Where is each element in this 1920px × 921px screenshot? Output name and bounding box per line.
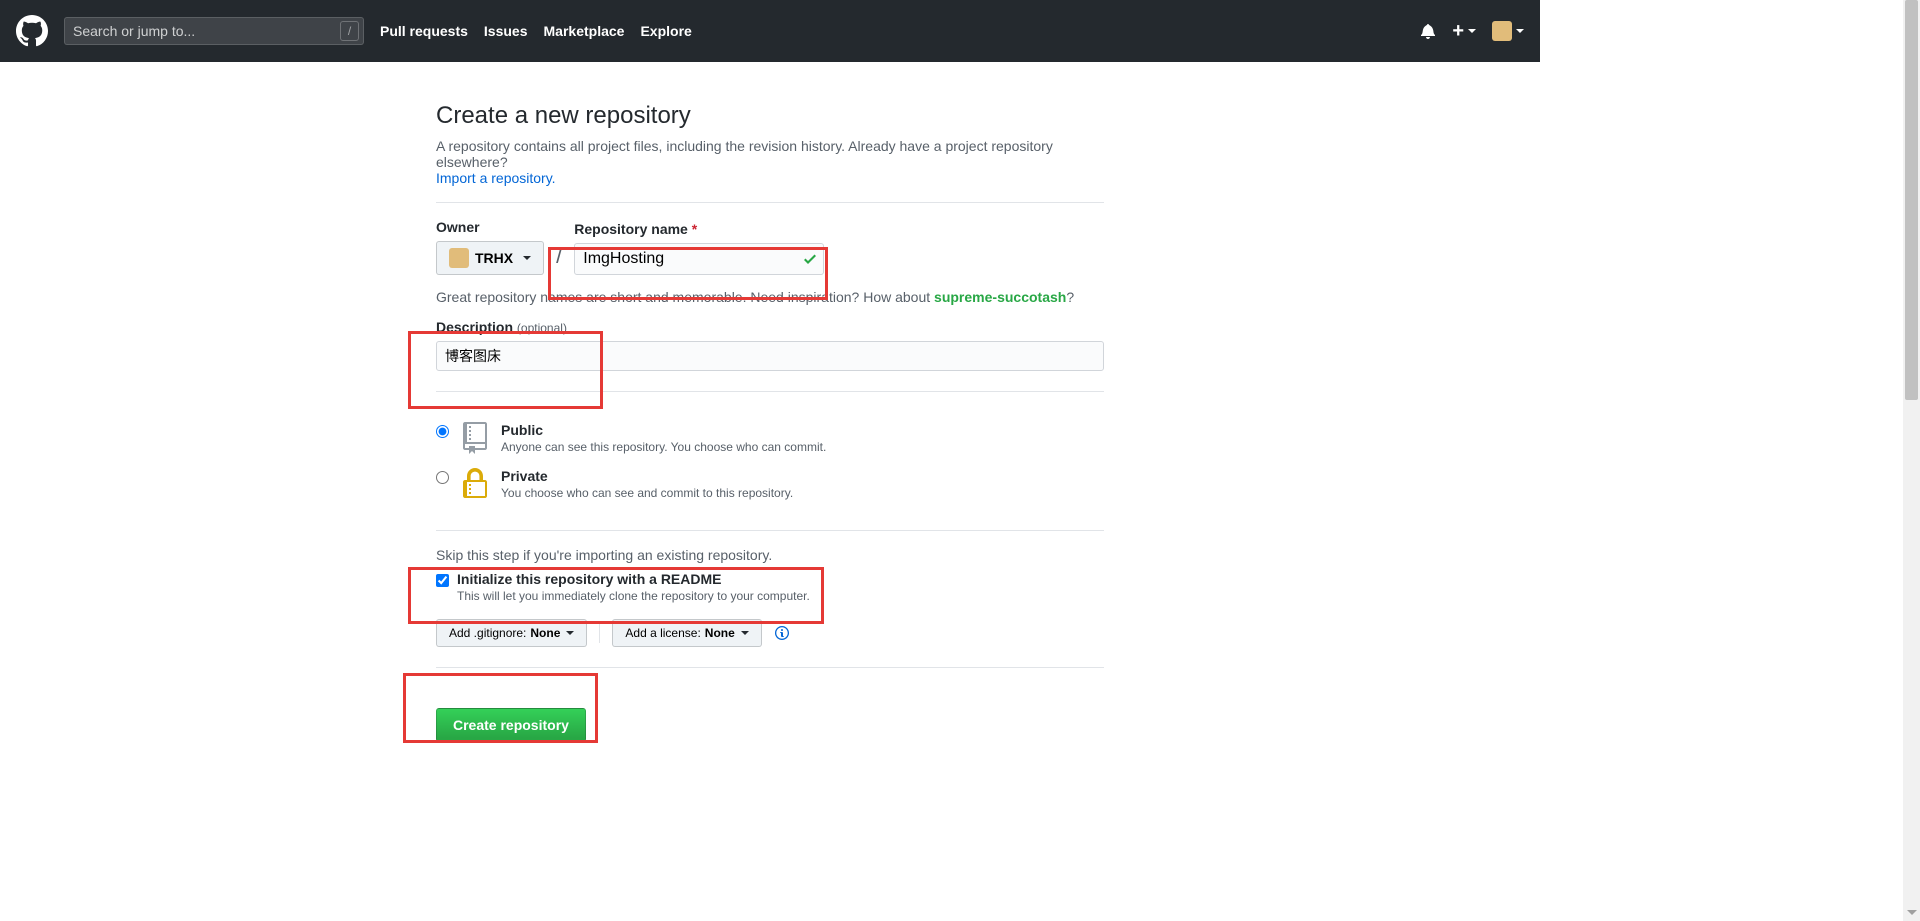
visibility-private-title: Private [501,468,793,484]
owner-label: Owner [436,219,544,235]
main-content: Create a new repository A repository con… [420,102,1120,742]
nav-marketplace[interactable]: Marketplace [544,23,625,39]
gitignore-select[interactable]: Add .gitignore:None [436,619,587,647]
visibility-public-desc: Anyone can see this repository. You choo… [501,440,826,454]
readme-row: Initialize this repository with a README… [436,571,1104,603]
search-input[interactable] [65,23,340,39]
readme-title: Initialize this repository with a README [457,571,810,587]
naming-tip: Great repository names are short and mem… [436,289,1104,305]
owner-select[interactable]: TRHX [436,241,544,275]
options-row: Add .gitignore:None Add a license:None [436,619,1104,647]
nav-explore[interactable]: Explore [640,23,691,39]
repo-public-icon [459,422,491,454]
visibility-public-radio[interactable] [436,425,449,438]
scrollbar-thumb[interactable] [1905,0,1918,400]
visibility-public-row: Public Anyone can see this repository. Y… [436,408,1104,468]
owner-repo-row: Owner TRHX / Repository name * [436,219,1104,275]
repo-name-input[interactable] [574,243,824,275]
user-menu[interactable] [1492,21,1524,41]
notifications-icon[interactable] [1420,23,1436,39]
global-header: / Pull requests Issues Marketplace Explo… [0,0,1540,62]
nav-pull-requests[interactable]: Pull requests [380,23,468,39]
license-select[interactable]: Add a license:None [612,619,761,647]
user-nav: + [1420,20,1524,43]
primary-nav: Pull requests Issues Marketplace Explore [380,23,1420,39]
name-suggestion-link[interactable]: supreme-succotash [934,289,1066,305]
nav-issues[interactable]: Issues [484,23,528,39]
vertical-scrollbar[interactable] [1903,0,1920,921]
global-search[interactable]: / [64,17,364,45]
slash-hint: / [340,21,359,41]
github-logo-icon[interactable] [16,15,48,47]
visibility-public-title: Public [501,422,826,438]
page-title: Create a new repository [436,102,1104,130]
description-input[interactable] [436,341,1104,371]
import-repository-link[interactable]: Import a repository. [436,170,556,186]
description-label: Description (optional) [436,319,1104,335]
visibility-private-radio[interactable] [436,471,449,484]
scroll-down-button[interactable] [1903,904,1920,921]
skip-note: Skip this step if you're importing an ex… [436,547,1104,563]
owner-avatar-icon [449,248,469,268]
visibility-private-desc: You choose who can see and commit to thi… [501,486,793,500]
repo-name-label: Repository name * [574,221,824,237]
page-lead: A repository contains all project files,… [436,138,1104,186]
visibility-private-row: Private You choose who can see and commi… [436,468,1104,514]
create-new-menu[interactable]: + [1452,20,1476,43]
info-icon[interactable] [774,625,790,641]
lock-icon [459,468,491,500]
avatar [1492,21,1512,41]
create-repository-button[interactable]: Create repository [436,708,586,742]
check-icon [804,251,816,267]
readme-checkbox[interactable] [436,574,449,587]
readme-desc: This will let you immediately clone the … [457,589,810,603]
owner-repo-separator: / [552,243,566,275]
